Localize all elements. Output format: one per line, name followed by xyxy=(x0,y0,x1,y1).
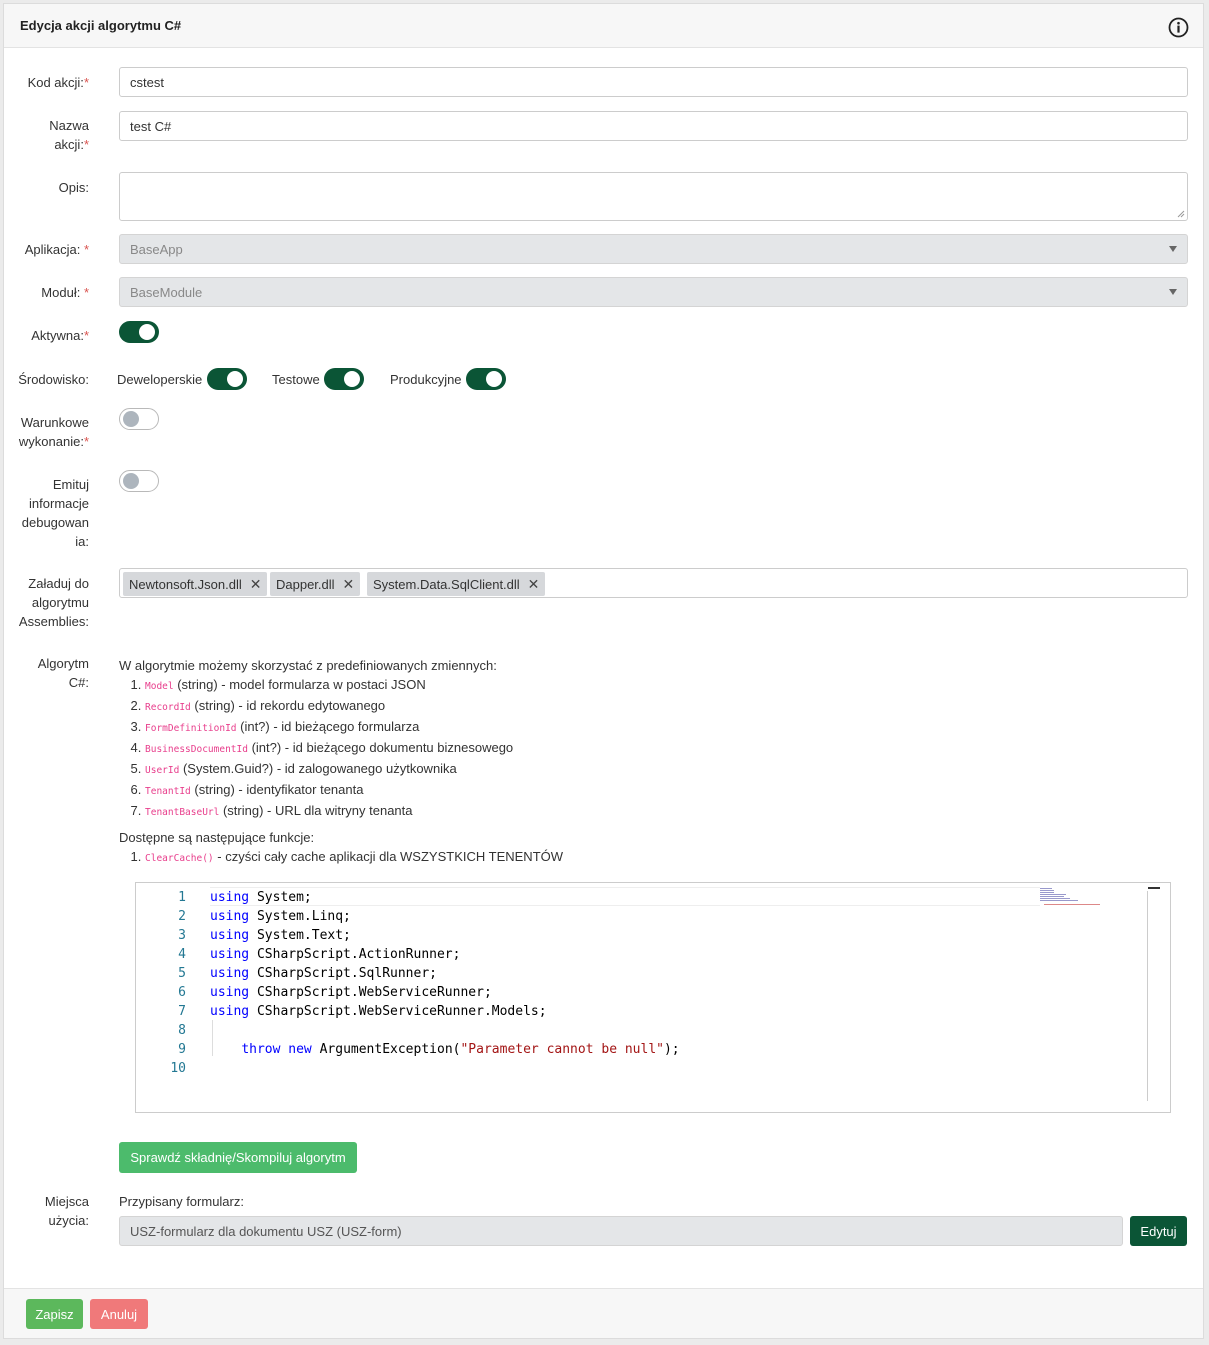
algorithm-help: W algorytmie możemy skorzystać z predefi… xyxy=(119,656,563,868)
miejsca-uzycia-label: Miejsca użycia: xyxy=(44,1194,89,1228)
scrollbar-thumb[interactable] xyxy=(1148,887,1160,889)
help-intro: W algorytmie możemy skorzystać z predefi… xyxy=(119,658,497,673)
code-line: 6 using CSharpScript.WebServiceRunner; xyxy=(178,985,492,1000)
list-item: RecordId (string) - id rekordu edytowane… xyxy=(145,696,563,717)
list-item: FormDefinitionId (int?) - id bieżącego f… xyxy=(145,717,563,738)
assigned-form-input: USZ-formularz dla dokumentu USZ (USZ-for… xyxy=(119,1216,1123,1246)
code-line: 9 throw new ArgumentException("Parameter… xyxy=(178,1042,680,1057)
save-button[interactable]: Zapisz xyxy=(26,1299,83,1329)
page-title: Edycja akcji algorytmu C# xyxy=(20,18,182,33)
list-item: ClearCache() - czyści cały cache aplikac… xyxy=(145,847,563,868)
list-item: BusinessDocumentId (int?) - id bieżącego… xyxy=(145,738,563,759)
compile-button[interactable]: Sprawdź składnię/Skompiluj algorytm xyxy=(119,1142,357,1173)
opis-label: Opis: xyxy=(58,180,89,195)
edit-form-button[interactable]: Edytuj xyxy=(1130,1216,1187,1246)
warunkowe-toggle[interactable] xyxy=(119,408,159,430)
info-icon[interactable] xyxy=(1168,17,1189,38)
functions-list: ClearCache() - czyści cały cache aplikac… xyxy=(119,847,563,868)
assembly-tag: Dapper.dll ✕ xyxy=(270,572,361,596)
code-line: 8 xyxy=(178,1023,186,1038)
env-label-testowe: Testowe xyxy=(272,372,320,387)
assembly-tag: Newtonsoft.Json.dll ✕ xyxy=(123,572,268,596)
list-item: Model (string) - model formularza w post… xyxy=(145,675,563,696)
resize-handle-icon[interactable] xyxy=(1177,210,1185,218)
remove-tag-icon[interactable]: ✕ xyxy=(343,576,355,593)
cancel-button[interactable]: Anuluj xyxy=(90,1299,148,1329)
code-editor[interactable]: 1 using System; 2 using System.Linq; 3 usin… xyxy=(135,882,1171,1113)
assembly-tag: System.Data.SqlClient.dll ✕ xyxy=(367,572,546,596)
code-line: 10 xyxy=(170,1061,186,1076)
list-item: UserId (System.Guid?) - id zalogowanego … xyxy=(145,759,563,780)
opis-textarea[interactable] xyxy=(119,172,1188,221)
env-label-deweloperskie: Deweloperskie xyxy=(117,372,203,387)
list-item: TenantId (string) - identyfikator tenant… xyxy=(145,780,563,801)
assigned-form-label: Przypisany formularz: xyxy=(119,1194,244,1209)
srodowisko-label: Środowisko: xyxy=(18,372,89,387)
aktywna-label: Aktywna:* xyxy=(31,328,89,343)
panel-footer: Zapisz Anuluj xyxy=(4,1288,1203,1338)
aplikacja-label: Aplikacja: * xyxy=(24,242,89,257)
chevron-down-icon xyxy=(1169,246,1177,252)
code-line: 4 using CSharpScript.ActionRunner; xyxy=(178,947,461,962)
modul-select[interactable]: BaseModule xyxy=(119,277,1188,307)
list-item: TenantBaseUrl (string) - URL dla witryny… xyxy=(145,801,563,822)
modul-label: Moduł: * xyxy=(41,285,89,300)
chevron-down-icon xyxy=(1169,289,1177,295)
code-line: 1 using System; xyxy=(178,890,312,905)
kod-akcji-input[interactable]: cstest xyxy=(119,67,1188,97)
assemblies-label: Załaduj do algorytmu Assemblies: xyxy=(18,576,89,629)
nazwa-akcji-input[interactable]: test C# xyxy=(119,111,1188,141)
warunkowe-label: Warunkowe wykonanie:* xyxy=(18,415,89,449)
env-toggle-testowe[interactable] xyxy=(324,368,364,390)
remove-tag-icon[interactable]: ✕ xyxy=(250,576,262,593)
emituj-toggle[interactable] xyxy=(119,470,159,492)
edit-action-panel: Edycja akcji algorytmu C# Kod akcji:* cs… xyxy=(3,3,1204,1339)
code-line: 3 using System.Text; xyxy=(178,928,351,943)
assemblies-multiselect[interactable]: Newtonsoft.Json.dll ✕ Dapper.dll ✕ System.… xyxy=(119,568,1188,598)
kod-akcji-label: Kod akcji:* xyxy=(27,75,89,90)
remove-tag-icon[interactable]: ✕ xyxy=(528,576,540,593)
env-toggle-produkcyjne[interactable] xyxy=(466,368,506,390)
editor-ruler xyxy=(1147,891,1148,1101)
code-line: 7 using CSharpScript.WebServiceRunner.Mod… xyxy=(178,1004,547,1019)
aplikacja-select[interactable]: BaseApp xyxy=(119,234,1188,264)
env-toggle-deweloperskie[interactable] xyxy=(207,368,247,390)
variables-list: Model (string) - model formularza w post… xyxy=(119,675,563,822)
functions-intro: Dostępne są następujące funkcje: xyxy=(119,830,315,845)
nazwa-akcji-label: Nazwa akcji:* xyxy=(49,118,89,152)
algorytm-label: Algorytm C#: xyxy=(37,656,89,690)
emituj-label: Emituj informacje debugowan ia: xyxy=(21,477,89,549)
code-line: 5 using CSharpScript.SqlRunner; xyxy=(178,966,437,981)
panel-header: Edycja akcji algorytmu C# xyxy=(4,4,1203,48)
code-line: 2 using System.Linq; xyxy=(178,909,351,924)
env-label-produkcyjne: Produkcyjne xyxy=(390,372,462,387)
aktywna-toggle[interactable] xyxy=(119,321,159,343)
